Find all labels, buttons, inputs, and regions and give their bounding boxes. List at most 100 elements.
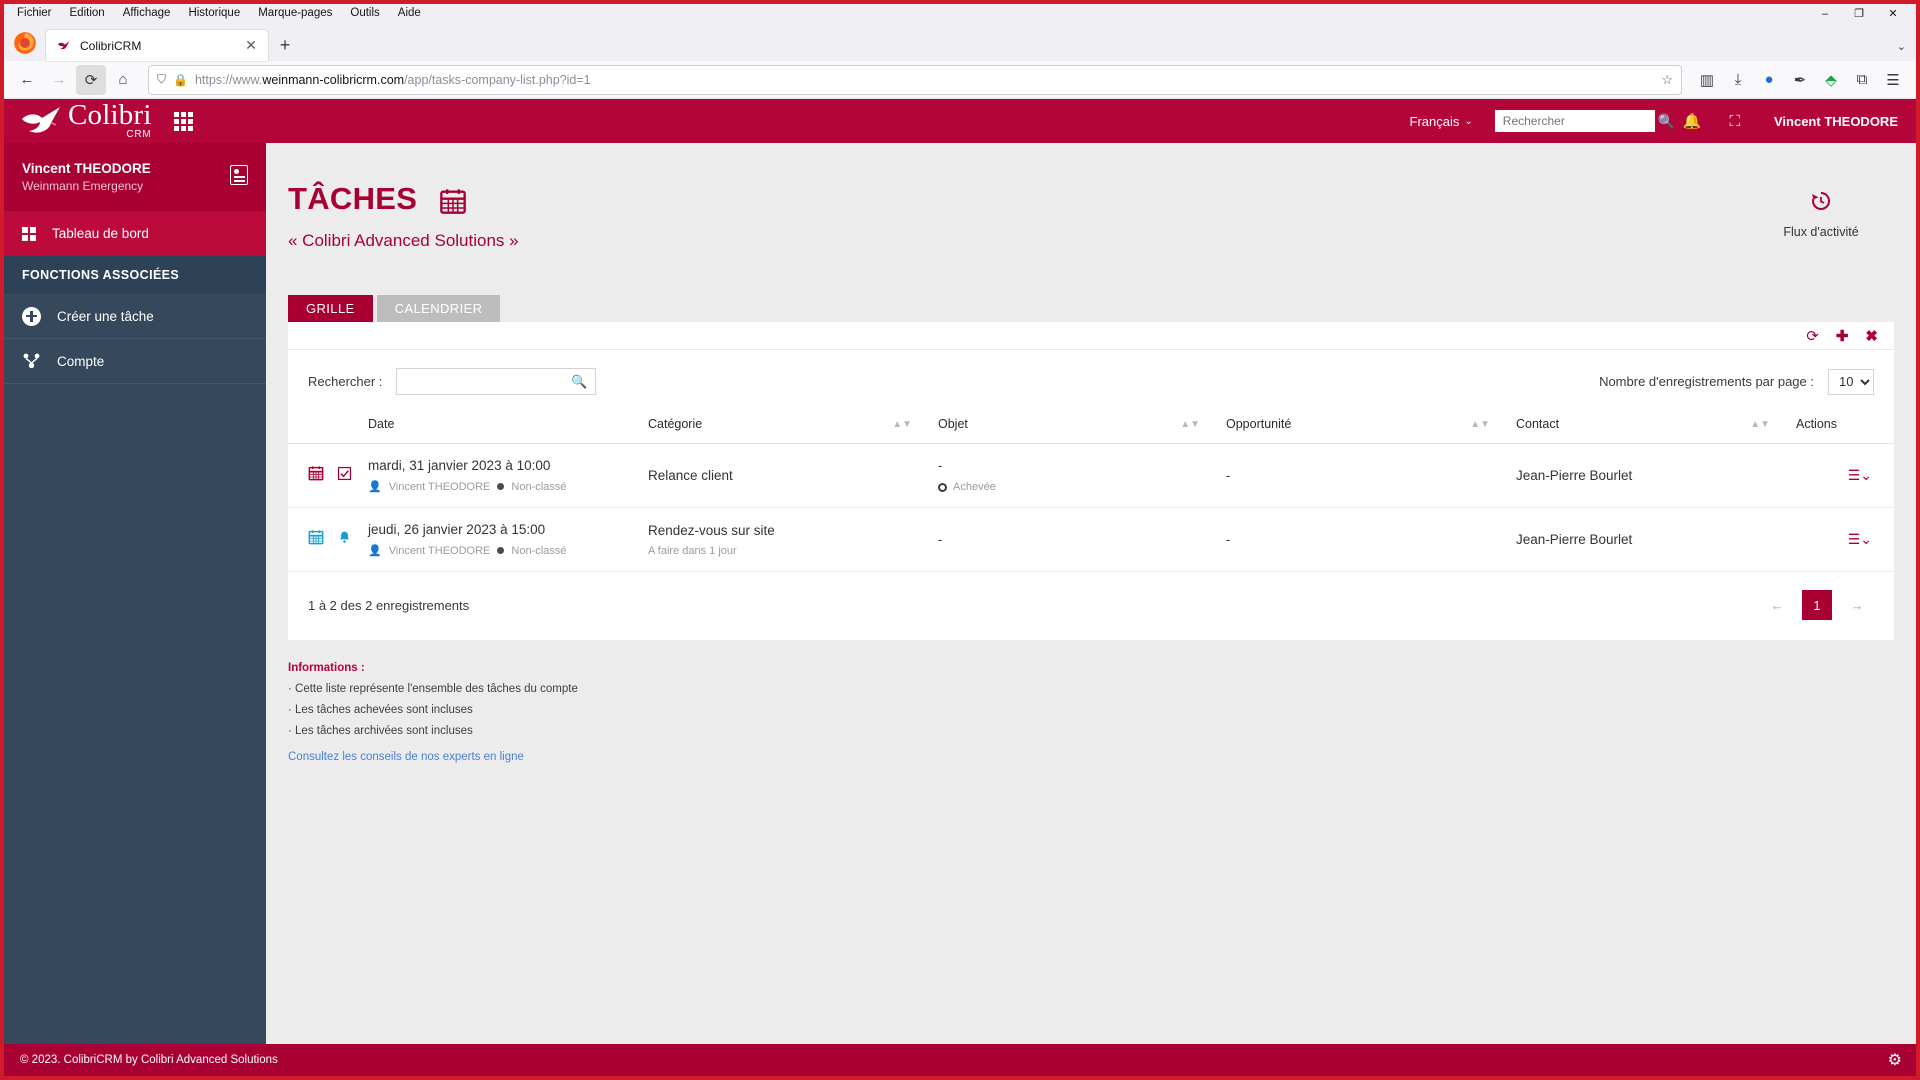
table-row[interactable]: mardi, 31 janvier 2023 à 10:00 👤 Vincent … (288, 443, 1894, 508)
search-icon[interactable]: 🔍 (1658, 113, 1675, 130)
sidebar-item-create-task[interactable]: Créer une tâche (4, 294, 266, 339)
sort-icon[interactable]: ▲▼ (1470, 419, 1490, 429)
extension-icon[interactable]: ⬘ (1816, 65, 1846, 95)
menu-historique[interactable]: Historique (179, 4, 249, 23)
pagination-prev[interactable]: ← (1762, 590, 1792, 620)
colibri-bird-icon (22, 107, 60, 133)
home-button[interactable]: ⌂ (108, 65, 138, 95)
header-search-input[interactable] (1502, 114, 1658, 128)
table-body: mardi, 31 janvier 2023 à 10:00 👤 Vincent … (288, 443, 1894, 572)
downloads-icon[interactable]: ⤓ (1723, 65, 1753, 95)
apps-grid-icon[interactable] (173, 111, 193, 131)
col-categorie[interactable]: Catégorie ▲▼ (648, 411, 938, 444)
menu-outils[interactable]: Outils (341, 4, 388, 23)
calendar-icon[interactable] (308, 465, 324, 481)
close-window-button[interactable]: ✕ (1876, 4, 1910, 23)
experts-link[interactable]: Consultez les conseils de nos experts en… (288, 751, 1916, 763)
per-page-select[interactable]: 102550100 (1828, 368, 1874, 395)
menu-aide[interactable]: Aide (389, 4, 430, 23)
col-label: Contact (1516, 417, 1560, 431)
sort-icon[interactable]: ▲▼ (1750, 419, 1770, 429)
cell-objet: - Achevée (938, 443, 1226, 508)
header-search[interactable]: 🔍 (1494, 110, 1675, 132)
navbar-extensions: ▥ ⤓ ● ✒ ⬘ ⧉ ☰ (1692, 65, 1908, 95)
maximize-button[interactable]: ❐ (1842, 4, 1876, 23)
calendar-icon[interactable] (308, 529, 324, 545)
bookmark-star-icon[interactable]: ☆ (1661, 72, 1673, 88)
cell-date: jeudi, 26 janvier 2023 à 15:00 👤 Vincent … (368, 507, 648, 572)
person-icon: 👤 (368, 481, 382, 493)
gear-icon[interactable]: ⚙ (1888, 1050, 1902, 1070)
cell-icons (288, 443, 368, 508)
language-selector[interactable]: Français ⌄ (1410, 114, 1473, 129)
task-contact: Jean-Pierre Bourlet (1516, 468, 1633, 483)
task-date: mardi, 31 janvier 2023 à 10:00 (368, 458, 551, 473)
menu-marque-pages[interactable]: Marque-pages (249, 4, 341, 23)
pagination-page-1[interactable]: 1 (1802, 590, 1832, 620)
footer-text: © 2023. ColibriCRM by Colibri Advanced S… (20, 1054, 278, 1066)
table-row[interactable]: jeudi, 26 janvier 2023 à 15:00 👤 Vincent … (288, 507, 1894, 572)
sort-icon[interactable]: ▲▼ (892, 419, 912, 429)
window-controls: – ❐ ✕ (1808, 4, 1910, 23)
col-label: Objet (938, 417, 968, 431)
page-title: TÂCHES (288, 181, 418, 216)
contact-card-icon[interactable] (230, 165, 248, 185)
tab-close-icon[interactable]: ✕ (242, 37, 260, 55)
checkbox-checked-icon[interactable] (337, 466, 352, 481)
filter-row: Rechercher : 🔍 Nombre d'enregistrements … (288, 350, 1894, 411)
task-classification: Non-classé (511, 544, 567, 557)
minimize-button[interactable]: – (1808, 4, 1842, 23)
tab-grille[interactable]: GRILLE (288, 295, 373, 322)
account-icon[interactable]: ● (1754, 65, 1784, 95)
tab-calendrier[interactable]: CALENDRIER (376, 295, 501, 322)
status-ring-icon (938, 482, 947, 492)
lock-icon: 🔒 (173, 72, 188, 87)
url-bar[interactable]: ⛉ 🔒 https://www.weinmann-colibricrm.com/… (148, 64, 1682, 95)
header-user-name[interactable]: Vincent THEODORE (1774, 114, 1898, 129)
pagination: ← 1 → (1762, 590, 1872, 620)
browser-tab[interactable]: ColibriCRM ✕ (46, 30, 268, 61)
activity-feed-button[interactable]: Flux d'activité (1766, 189, 1876, 239)
refresh-icon[interactable]: ⟳ (1806, 327, 1819, 345)
row-actions-menu-icon[interactable]: ☰⌄ (1848, 531, 1872, 547)
search-icon[interactable]: 🔍 (571, 374, 587, 390)
col-actions: Actions (1796, 411, 1894, 444)
sidebar-item-dashboard[interactable]: Tableau de bord (4, 211, 266, 256)
task-objet: - (938, 532, 943, 547)
table-search-input[interactable] (405, 374, 572, 389)
app-menu-icon[interactable]: ☰ (1878, 65, 1908, 95)
app-logo[interactable]: Colibri CRM (4, 101, 266, 140)
extensions-puzzle-icon[interactable]: ⧉ (1847, 65, 1877, 95)
col-opportunite[interactable]: Opportunité ▲▼ (1226, 411, 1516, 444)
row-actions-menu-icon[interactable]: ☰⌄ (1848, 467, 1872, 483)
fullscreen-icon[interactable]: ⛶ (1729, 113, 1740, 130)
reload-button[interactable]: ⟳ (76, 64, 106, 95)
sidebar-toggle-icon[interactable]: ▥ (1692, 65, 1722, 95)
app-header: Colibri CRM Français ⌄ 🔍 🔔 ⛶ Vincen (4, 99, 1916, 143)
new-tab-button[interactable]: + (270, 30, 300, 60)
sort-icon[interactable]: ▲▼ (1180, 419, 1200, 429)
forward-button[interactable]: → (44, 65, 74, 95)
table-search[interactable]: 🔍 (396, 368, 597, 395)
pagination-next[interactable]: → (1842, 590, 1872, 620)
list-all-tabs-icon[interactable]: ⌄ (1897, 40, 1906, 53)
cell-objet: - (938, 507, 1226, 572)
close-icon[interactable]: ✖ (1865, 327, 1878, 345)
col-objet[interactable]: Objet ▲▼ (938, 411, 1226, 444)
notifications-bell-icon[interactable]: 🔔 (1683, 112, 1702, 130)
menu-edition[interactable]: Edition (61, 4, 114, 23)
cell-opportunite: - (1226, 507, 1516, 572)
col-contact[interactable]: Contact ▲▼ (1516, 411, 1796, 444)
info-line: · Cette liste représente l'ensemble des … (288, 683, 578, 695)
menu-fichier[interactable]: Fichier (8, 4, 61, 23)
menu-affichage[interactable]: Affichage (114, 4, 180, 23)
table-header-row: Date Catégorie ▲▼ Objet ▲▼ Opportunité ▲… (288, 411, 1894, 444)
color-picker-icon[interactable]: ✒ (1785, 65, 1815, 95)
sidebar-item-account[interactable]: Compte (4, 339, 266, 384)
sidebar-item-label: Créer une tâche (57, 308, 154, 324)
add-icon[interactable]: ✚ (1836, 327, 1849, 345)
bell-icon[interactable] (337, 530, 352, 545)
back-button[interactable]: ← (12, 65, 42, 95)
tab-strip: ColibriCRM ✕ + ⌄ (4, 23, 1916, 61)
info-title: Informations : (288, 662, 365, 674)
